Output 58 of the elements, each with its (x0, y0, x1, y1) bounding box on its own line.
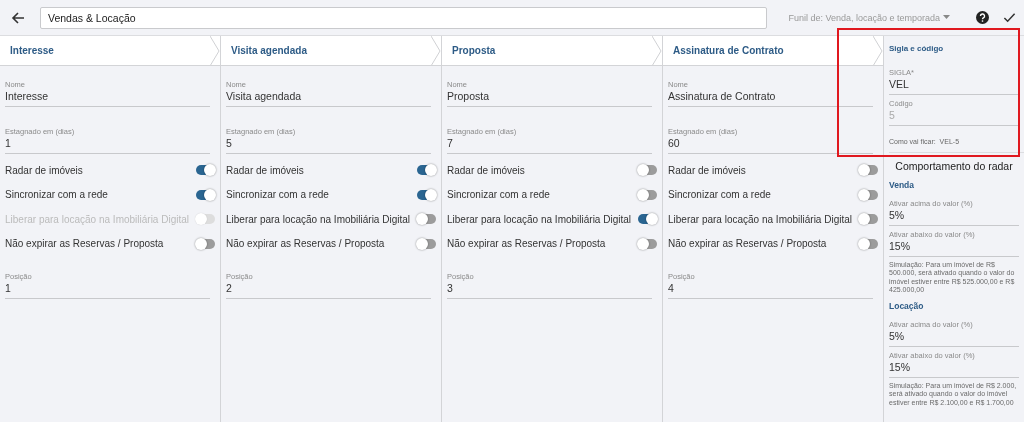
back-arrow-icon[interactable] (10, 9, 26, 26)
toggle-switch[interactable] (417, 189, 436, 200)
toggle-switch[interactable] (417, 214, 436, 225)
toggle-label: Sincronizar com a rede (5, 189, 108, 201)
toggle-switch[interactable] (417, 165, 436, 176)
toggle-label: Liberar para locação na Imobiliária Digital (668, 213, 852, 225)
title-field[interactable]: Vendas & Locação (40, 6, 767, 29)
field-value: 3 (447, 281, 454, 295)
toggle-label: Radar de imóveis (5, 164, 83, 176)
toggle-label: Não expirar as Reservas / Proposta (447, 238, 606, 250)
section-heading: Locação (889, 301, 925, 312)
field-value: Proposta (447, 89, 491, 103)
toggle-switch[interactable] (859, 165, 878, 176)
section-heading: Venda (889, 180, 916, 190)
field-value: Interesse (5, 89, 50, 103)
toggle-switch[interactable] (638, 214, 657, 225)
help-icon[interactable] (976, 11, 989, 24)
field-value: 15% (889, 239, 911, 253)
toggle-switch[interactable] (638, 189, 657, 200)
toggle-label: Sincronizar com a rede (668, 189, 771, 201)
field-value: 4 (668, 281, 675, 295)
field-value: 7 (447, 136, 454, 150)
caret-icon (943, 15, 950, 20)
toggle-label: Liberar para locação na Imobiliária Digital (447, 213, 631, 225)
check-icon[interactable] (1003, 11, 1016, 24)
stage-tab[interactable]: Interesse (0, 36, 220, 66)
panel-title: Sigla e código (889, 44, 945, 55)
field-value: 60 (668, 136, 681, 150)
toggle-label: Radar de imóveis (447, 164, 525, 176)
toggle-label: Sincronizar com a rede (447, 189, 550, 201)
field-value: 5% (889, 329, 906, 344)
field-value: VEL (889, 77, 910, 91)
toggle-switch[interactable] (859, 214, 878, 225)
field-value: 1 (5, 281, 12, 295)
toggle-label: Não expirar as Reservas / Proposta (226, 238, 385, 250)
field-value: 1 (5, 136, 12, 150)
toggle-switch[interactable] (638, 238, 657, 249)
field-value: Assinatura de Contrato (668, 89, 777, 103)
toggle-switch[interactable] (859, 189, 878, 200)
toggle-switch[interactable] (417, 238, 436, 249)
field-value: 5% (889, 208, 906, 222)
section-title: Comportamento do radar (894, 160, 1014, 172)
toggle-label: Liberar para locação na Imobiliária Digital (226, 213, 410, 225)
toggle-label: Radar de imóveis (668, 164, 746, 176)
toggle-switch[interactable] (196, 189, 215, 200)
toggle-label: Não expirar as Reservas / Proposta (668, 238, 827, 250)
field-value: 2 (226, 281, 233, 295)
toggle-switch[interactable] (859, 238, 878, 249)
field-value: 5 (889, 108, 896, 122)
field-value: 15% (889, 360, 911, 375)
toggle-switch[interactable] (196, 165, 215, 176)
field-value: Visita agendada (226, 89, 303, 103)
toggle-label: Sincronizar com a rede (226, 189, 329, 201)
toggle-label: Radar de imóveis (226, 164, 304, 176)
field-value: 5 (226, 136, 233, 150)
toggle-switch[interactable] (638, 165, 657, 176)
toggle-label: Não expirar as Reservas / Proposta (5, 238, 164, 250)
toggle-switch[interactable] (196, 238, 215, 249)
